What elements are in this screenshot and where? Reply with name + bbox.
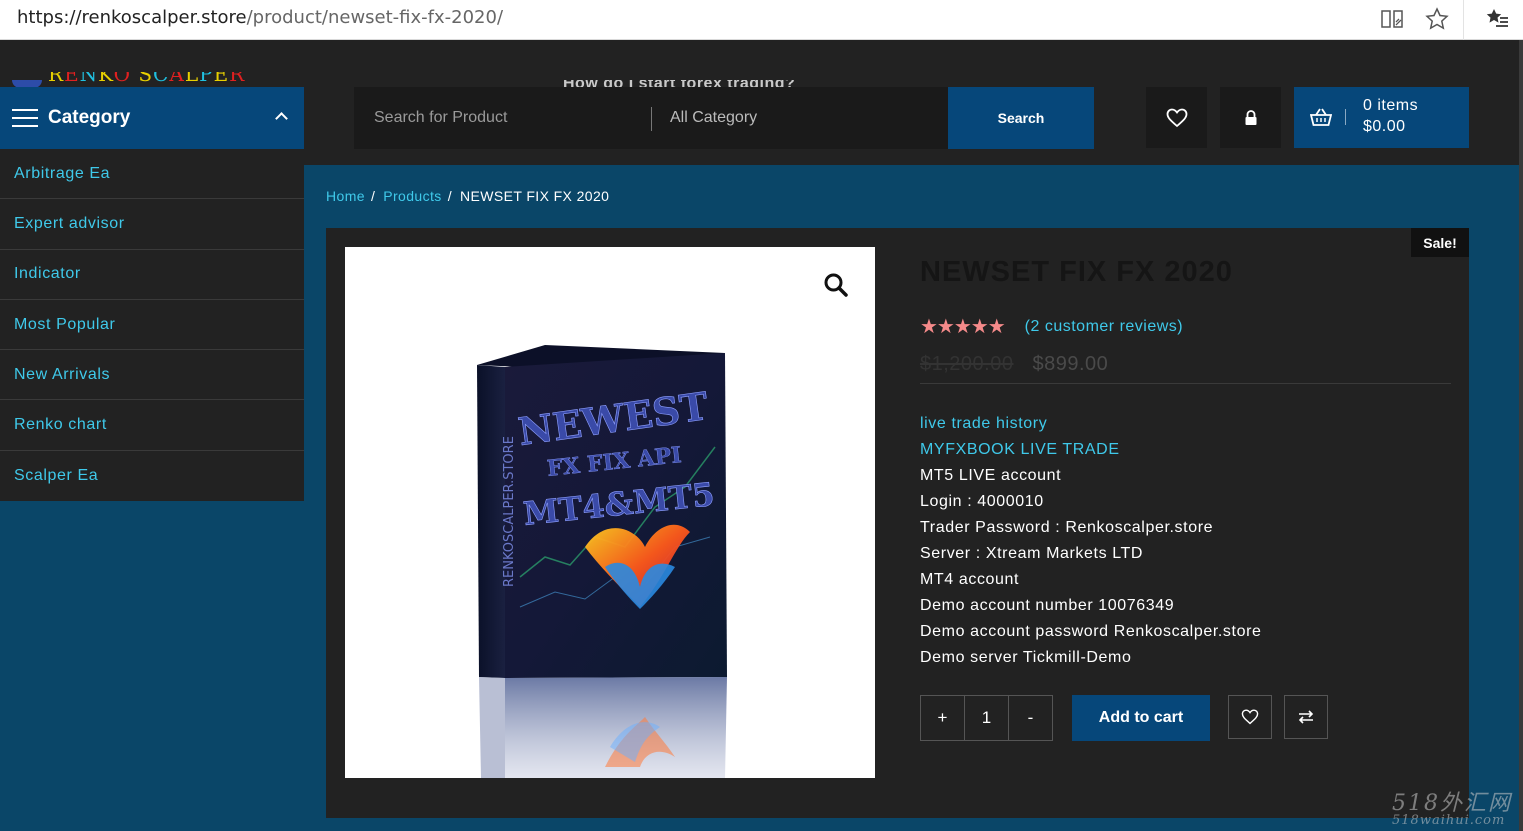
breadcrumb-separator: / bbox=[447, 188, 452, 204]
product-panel: Sale! NEWEST FX FIX API MT4&MT5 RENKOSCA… bbox=[326, 228, 1469, 818]
favorites-list-icon[interactable] bbox=[1484, 6, 1510, 32]
site-logo[interactable]: RENKO SCALPER bbox=[48, 72, 245, 86]
account-button[interactable] bbox=[1220, 87, 1281, 148]
description-line: Demo server Tickmill-Demo bbox=[920, 649, 1132, 666]
sale-price: $899.00 bbox=[1032, 353, 1109, 375]
product-image[interactable]: NEWEST FX FIX API MT4&MT5 RENKOSCALPER.S… bbox=[345, 247, 875, 778]
category-item-arbitrage-ea[interactable]: Arbitrage Ea bbox=[0, 149, 304, 200]
description-line: MT5 LIVE account bbox=[920, 467, 1062, 484]
product-rating: ★★★★★ (2 customer reviews) bbox=[920, 314, 1183, 339]
customer-reviews-link[interactable]: (2 customer reviews) bbox=[1025, 318, 1183, 336]
quantity-stepper: + - bbox=[920, 695, 1053, 741]
toolbar-divider bbox=[1463, 0, 1464, 40]
sale-badge: Sale! bbox=[1411, 228, 1469, 257]
wishlist-button[interactable] bbox=[1146, 87, 1207, 148]
search-input[interactable] bbox=[354, 87, 652, 149]
description-line: Login : 4000010 bbox=[920, 493, 1044, 510]
category-item-scalper-ea[interactable]: Scalper Ea bbox=[0, 451, 304, 501]
chevron-up-icon bbox=[275, 112, 288, 125]
breadcrumb-separator: / bbox=[370, 188, 376, 204]
cart-total: $0.00 bbox=[1363, 118, 1406, 135]
add-to-cart-button[interactable]: Add to cart bbox=[1072, 695, 1210, 741]
category-item-expert-advisor[interactable]: Expert advisor bbox=[0, 199, 304, 250]
category-select[interactable]: All Category bbox=[670, 87, 757, 149]
category-label: Category bbox=[48, 107, 131, 128]
category-item-indicator[interactable]: Indicator bbox=[0, 250, 304, 300]
heart-icon bbox=[1166, 108, 1187, 127]
description-line: Trader Password : Renkoscalper.store bbox=[920, 519, 1214, 536]
category-list: Arbitrage Ea Expert advisor Indicator Mo… bbox=[0, 149, 304, 502]
url-path: /product/newset-fix-fx-2020/ bbox=[246, 7, 504, 28]
reader-mode-icon[interactable] bbox=[1379, 6, 1405, 32]
cart-divider bbox=[1345, 109, 1346, 125]
page-scrollbar[interactable] bbox=[1519, 40, 1523, 831]
product-box-illustration: NEWEST FX FIX API MT4&MT5 RENKOSCALPER.S… bbox=[477, 345, 727, 778]
quantity-input[interactable] bbox=[965, 696, 1009, 740]
add-to-wishlist-button[interactable] bbox=[1228, 695, 1272, 739]
cart-button[interactable]: 0 items $0.00 bbox=[1294, 87, 1469, 148]
description-line: Demo account password Renkoscalper.store bbox=[920, 623, 1262, 640]
search-button[interactable]: Search bbox=[948, 87, 1094, 149]
browser-address-bar: https://renkoscalper.store/product/newse… bbox=[0, 0, 1523, 40]
quantity-increase-button[interactable]: + bbox=[921, 696, 965, 740]
category-item-new-arrivals[interactable]: New Arrivals bbox=[0, 350, 304, 401]
compare-arrows-icon bbox=[1298, 710, 1314, 724]
product-title: NEWSET FIX FX 2020 bbox=[920, 256, 1233, 288]
category-item-most-popular[interactable]: Most Popular bbox=[0, 300, 304, 351]
address-url[interactable]: https://renkoscalper.store/product/newse… bbox=[17, 7, 503, 28]
search-divider bbox=[651, 107, 652, 131]
myfxbook-link[interactable]: MYFXBOOK LIVE TRADE bbox=[920, 437, 1262, 463]
quantity-decrease-button[interactable]: - bbox=[1009, 696, 1052, 740]
hamburger-menu-icon bbox=[12, 109, 38, 127]
breadcrumb: Home / Products / NEWSET FIX FX 2020 bbox=[326, 188, 609, 204]
description-line: MT4 account bbox=[920, 571, 1020, 588]
lock-icon bbox=[1245, 109, 1256, 125]
watermark: 518外汇网 518waihui.com bbox=[1392, 785, 1512, 828]
basket-icon bbox=[1310, 108, 1332, 126]
watermark-line2: 518waihui.com bbox=[1392, 813, 1506, 828]
box-art-side-text: RENKOSCALPER.STORE bbox=[502, 436, 517, 587]
cart-item-count: 0 items bbox=[1363, 97, 1419, 114]
star-rating-icon: ★★★★★ bbox=[920, 316, 1006, 338]
price-row: $1,200.00 $899.00 bbox=[920, 353, 1108, 376]
description-line: Server : Xtream Markets LTD bbox=[920, 545, 1144, 562]
product-description: live trade history MYFXBOOK LIVE TRADE M… bbox=[920, 411, 1262, 671]
search-bar: All Category bbox=[354, 87, 948, 149]
category-item-renko-chart[interactable]: Renko chart bbox=[0, 400, 304, 451]
magnifier-zoom-icon[interactable] bbox=[823, 272, 849, 298]
compare-button[interactable] bbox=[1284, 695, 1328, 739]
original-price: $1,200.00 bbox=[920, 353, 1014, 375]
breadcrumb-products[interactable]: Products bbox=[383, 188, 441, 204]
heart-icon bbox=[1241, 709, 1259, 725]
description-line: Demo account number 10076349 bbox=[920, 597, 1175, 614]
category-toggle-button[interactable]: Category bbox=[0, 87, 304, 149]
favorite-star-icon[interactable] bbox=[1424, 6, 1450, 32]
breadcrumb-home[interactable]: Home bbox=[326, 188, 365, 204]
live-trade-history-link[interactable]: live trade history bbox=[920, 411, 1262, 437]
price-divider bbox=[920, 383, 1451, 384]
breadcrumb-current: NEWSET FIX FX 2020 bbox=[460, 188, 610, 204]
url-host: https://renkoscalper.store bbox=[17, 7, 247, 28]
